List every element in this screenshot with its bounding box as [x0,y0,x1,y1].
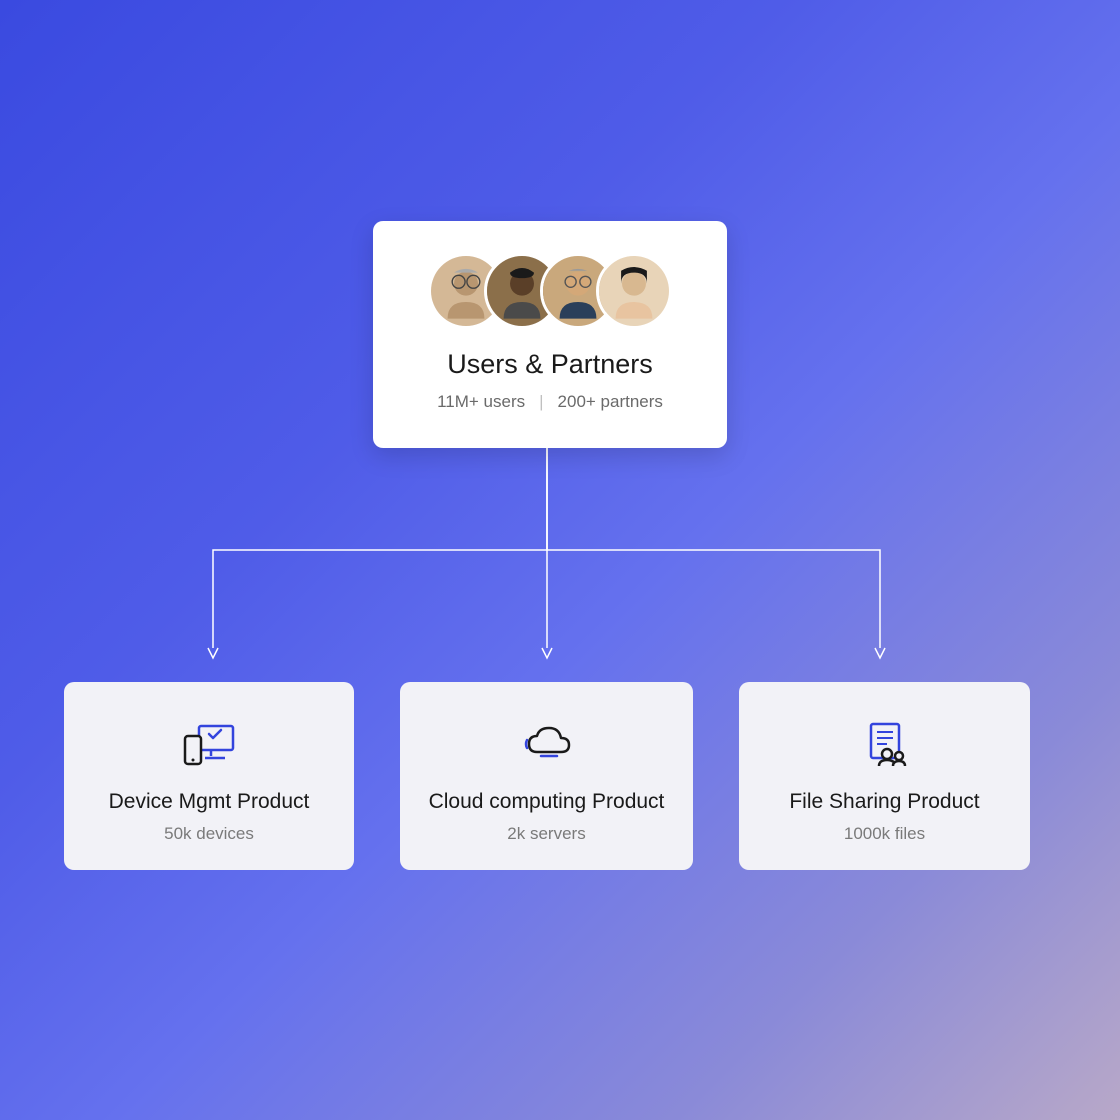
root-title: Users & Partners [447,349,653,380]
child-card-device-mgmt: Device Mgmt Product 50k devices [64,682,354,870]
child-card-file-sharing: File Sharing Product 1000k files [739,682,1030,870]
devices-icon [181,716,237,772]
connector-lines [0,0,1120,1120]
root-card: Users & Partners 11M+ users | 200+ partn… [373,221,727,448]
avatar-group [428,253,672,329]
child-stat: 1000k files [844,824,925,844]
root-stat-users: 11M+ users [437,392,525,412]
child-title: Cloud computing Product [429,790,665,814]
avatar [596,253,672,329]
root-stats: 11M+ users | 200+ partners [437,392,663,412]
file-share-icon [857,716,913,772]
child-card-cloud: Cloud computing Product 2k servers [400,682,693,870]
stat-divider: | [539,392,543,412]
child-title: File Sharing Product [789,790,979,814]
root-stat-partners: 200+ partners [558,392,663,412]
cloud-icon [519,716,575,772]
child-stat: 50k devices [164,824,254,844]
child-stat: 2k servers [507,824,585,844]
child-title: Device Mgmt Product [109,790,310,814]
